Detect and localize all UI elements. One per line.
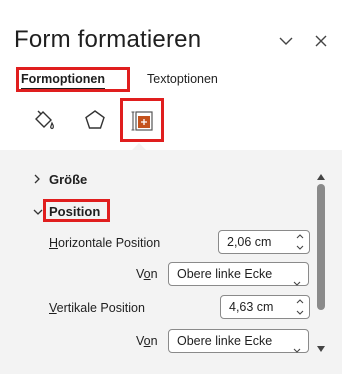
effects-pentagon-icon[interactable] (79, 104, 111, 136)
scrollbar-thumb[interactable] (317, 184, 325, 310)
fill-line-icon[interactable] (28, 104, 60, 136)
horizontal-from-select[interactable]: Obere linke Ecke (168, 262, 309, 286)
close-icon[interactable] (310, 30, 332, 52)
size-properties-icon[interactable] (126, 104, 158, 136)
section-position[interactable]: Position (33, 204, 100, 219)
vertical-from-value: Obere linke Ecke (177, 334, 273, 348)
pane-title: Form formatieren (14, 26, 202, 53)
horizontal-position-label: Horizontale Position (49, 236, 161, 250)
horizontal-position-value: 2,06 cm (227, 235, 272, 249)
horizontal-from-value: Obere linke Ecke (177, 267, 273, 281)
section-size-label: Größe (49, 172, 88, 187)
chevron-down-icon (293, 338, 301, 360)
horizontal-from-label: Von (136, 267, 158, 281)
chevron-down-icon (293, 271, 301, 293)
chevron-right-icon (33, 173, 43, 187)
vertical-from-select[interactable]: Obere linke Ecke (168, 329, 309, 353)
tab-text-options[interactable]: Textoptionen (145, 70, 220, 92)
vertical-position-value: 4,63 cm (229, 300, 274, 314)
section-position-label: Position (49, 204, 101, 219)
vertical-position-input[interactable]: 4,63 cm (220, 295, 310, 319)
horizontal-position-input[interactable]: 2,06 cm (218, 230, 310, 254)
spinner-arrows-icon[interactable] (296, 299, 304, 315)
pane-header: Form formatieren Formoptionen Textoption… (0, 0, 342, 150)
format-shape-pane: Form formatieren Formoptionen Textoption… (0, 0, 342, 374)
scroll-down-arrow-icon[interactable] (316, 340, 326, 358)
active-tab-pointer (132, 143, 146, 150)
pane-options-chevron-icon[interactable] (275, 30, 297, 52)
spinner-arrows-icon[interactable] (296, 234, 304, 250)
tab-shape-options[interactable]: Formoptionen (19, 70, 107, 92)
vertical-position-label: Vertikale Position (49, 301, 145, 315)
section-size[interactable]: Größe (33, 172, 87, 187)
vertical-from-label: Von (136, 334, 158, 348)
chevron-down-icon (33, 205, 43, 219)
